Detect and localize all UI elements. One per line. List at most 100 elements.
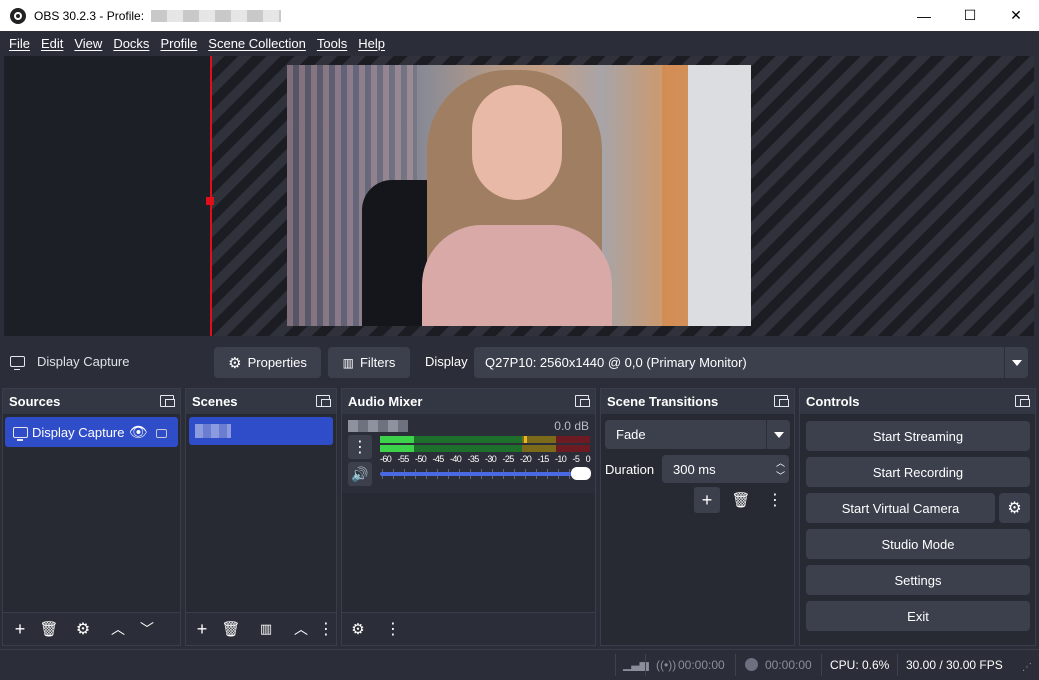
stream-time: 00:00:00 — [678, 658, 725, 672]
eye-icon[interactable]: 👁 — [129, 423, 148, 441]
preview-canvas[interactable] — [4, 56, 1034, 336]
studio-mode-button[interactable]: Studio Mode — [806, 529, 1030, 559]
add-scene-button[interactable]: + — [189, 616, 215, 642]
spin-up-icon[interactable]: ︿ — [776, 456, 785, 469]
properties-label: Properties — [247, 355, 307, 370]
spin-down-icon[interactable]: ﹀ — [776, 469, 785, 482]
undock-icon[interactable] — [316, 395, 331, 407]
menu-view[interactable]: View — [69, 36, 107, 51]
filters-label: Filters — [359, 355, 396, 370]
scene-transitions-header: Scene Transitions — [601, 389, 794, 414]
advanced-audio-gear-icon[interactable]: ⚙ — [345, 616, 371, 642]
remove-source-button[interactable]: 🗑 — [36, 616, 62, 642]
transition-select-value: Fade — [616, 427, 646, 442]
video-wall — [688, 65, 751, 326]
selected-source-label: Display Capture — [37, 354, 130, 369]
preview-edge-guide — [210, 56, 212, 336]
source-toolbar: Display Capture ⚙ Properties ▥ Filters D… — [0, 338, 1039, 385]
channel-db: 0.0 dB — [554, 419, 589, 433]
monitor-icon — [13, 426, 28, 441]
audio-mixer-header: Audio Mixer — [342, 389, 595, 414]
scene-transitions-dock: Scene Transitions Fade Duration 300 ms ︿… — [600, 388, 795, 646]
speaker-icon[interactable]: 🔊 — [348, 462, 372, 486]
blurred-channel-name — [348, 420, 408, 432]
source-item-label: Display Capture — [32, 424, 125, 440]
meter-bar-top — [380, 436, 590, 443]
gear-icon: ⚙ — [228, 354, 242, 372]
blurred-profile-name — [151, 10, 282, 23]
display-select[interactable]: Q27P10: 2560x1440 @ 0,0 (Primary Monitor… — [474, 347, 1028, 378]
scene-item[interactable] — [189, 417, 333, 445]
remove-scene-button[interactable]: 🗑 — [218, 616, 244, 642]
controls-dock: Controls Start Streaming Start Recording… — [799, 388, 1036, 646]
add-transition-button[interactable]: + — [694, 487, 720, 513]
chevron-down-icon[interactable] — [1004, 347, 1028, 378]
exit-button[interactable]: Exit — [806, 601, 1030, 631]
scene-more-icon[interactable]: ⋮ — [318, 616, 334, 642]
volume-slider[interactable] — [380, 467, 591, 480]
record-status-icon — [745, 658, 758, 671]
settings-button[interactable]: Settings — [806, 565, 1030, 595]
sources-header: Sources — [3, 389, 180, 414]
fps-readout: 30.00 / 30.00 FPS — [906, 658, 1003, 672]
audio-mixer-menu-button[interactable]: ⋮ — [380, 616, 406, 642]
minimize-button[interactable]: — — [901, 0, 947, 31]
remove-transition-button[interactable]: 🗑 — [728, 487, 754, 513]
start-streaming-button[interactable]: Start Streaming — [806, 421, 1030, 451]
move-source-up-button[interactable]: ︿ — [105, 616, 131, 642]
menu-profile[interactable]: Profile — [155, 36, 202, 51]
start-recording-button[interactable]: Start Recording — [806, 457, 1030, 487]
menu-edit[interactable]: Edit — [36, 36, 68, 51]
undock-icon[interactable] — [160, 395, 175, 407]
duration-value: 300 ms — [673, 461, 716, 477]
duration-spinbox[interactable]: 300 ms ︿ ﹀ — [662, 455, 789, 483]
move-scene-up-button[interactable]: ︿ — [288, 616, 314, 642]
display-label: Display — [425, 354, 468, 369]
add-source-button[interactable]: + — [7, 616, 33, 642]
menu-tools[interactable]: Tools — [312, 36, 352, 51]
scene-transitions-title: Scene Transitions — [607, 394, 719, 409]
meter-scale: -60 -55 -50 -45 -40 -35 -30 -25 -20 -15 -10 -5 0 — [380, 454, 591, 464]
scene-filters-button[interactable]: ▥ — [253, 616, 279, 642]
menu-help[interactable]: Help — [353, 36, 390, 51]
start-virtual-camera-button[interactable]: Start Virtual Camera — [806, 493, 995, 523]
status-bar: ▁▃▅ ((•)) 00:00:00 00:00:00 CPU: 0.6% 30… — [0, 649, 1039, 680]
undock-icon[interactable] — [1015, 395, 1030, 407]
menu-scene-collection[interactable]: Scene Collection — [203, 36, 311, 51]
properties-button[interactable]: ⚙ Properties — [214, 347, 321, 378]
transition-select[interactable]: Fade — [605, 420, 790, 449]
chevron-down-icon[interactable] — [766, 420, 790, 449]
maximize-button[interactable]: ☐ — [947, 0, 993, 31]
video-person-face — [472, 85, 562, 200]
controls-title: Controls — [806, 394, 860, 409]
obs-logo-icon — [10, 7, 26, 24]
move-source-down-button[interactable]: ﹀ — [134, 616, 160, 642]
lock-icon[interactable] — [156, 429, 167, 438]
resize-grip-icon[interactable]: ⋰ — [1022, 662, 1032, 673]
volume-slider-knob[interactable] — [571, 467, 591, 480]
filter-icon: ▥ — [342, 355, 354, 370]
blurred-scene-name — [195, 424, 231, 438]
virtual-camera-settings-gear-icon[interactable]: ⚙ — [999, 493, 1030, 523]
menu-docks[interactable]: Docks — [108, 36, 154, 51]
undock-icon[interactable] — [774, 395, 789, 407]
controls-header: Controls — [800, 389, 1035, 414]
source-properties-button[interactable]: ⚙ — [70, 616, 96, 642]
selected-source: Display Capture — [10, 354, 130, 370]
resize-handle[interactable] — [206, 197, 214, 205]
cpu-usage: CPU: 0.6% — [830, 658, 890, 672]
display-capture-video[interactable] — [287, 65, 751, 326]
filters-button[interactable]: ▥ Filters — [328, 347, 410, 378]
undock-icon[interactable] — [575, 395, 590, 407]
transition-more-icon[interactable]: ⋮ — [762, 487, 788, 513]
menu-file[interactable]: File — [4, 36, 35, 51]
scenes-dock: Scenes + 🗑 ▥ ︿ ⋮ — [185, 388, 337, 646]
close-button[interactable]: ✕ — [993, 0, 1039, 31]
stream-status-icon: ((•)) — [656, 658, 677, 672]
source-item-display-capture[interactable]: Display Capture 👁 — [5, 417, 178, 447]
monitor-icon — [10, 356, 25, 370]
audio-mixer-title: Audio Mixer — [348, 394, 423, 409]
audio-mixer-footer: ⚙ ⋮ — [342, 612, 595, 645]
network-strength-icon: ▁▃▅ — [623, 657, 649, 671]
channel-menu-button[interactable]: ⋮ — [348, 435, 372, 459]
